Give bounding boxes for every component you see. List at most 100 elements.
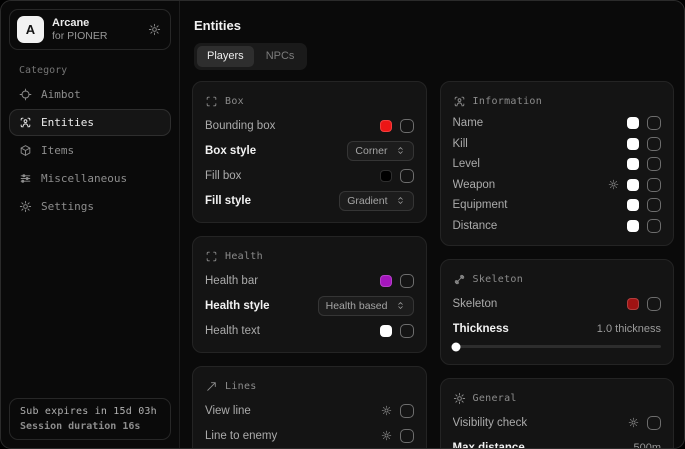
tab-npcs[interactable]: NPCs — [256, 46, 305, 67]
row-level: Level — [453, 154, 662, 175]
category-label: Category — [19, 65, 171, 76]
sidebar-item-label: Settings — [41, 200, 94, 213]
gear-icon[interactable] — [628, 417, 639, 428]
checkbox[interactable] — [647, 157, 661, 171]
card-health: HealthHealth barHealth styleHealth based… — [192, 236, 427, 353]
row-max-distance: Max distance500m — [453, 435, 662, 448]
row-health-text: Health text — [205, 318, 414, 343]
color-swatch[interactable] — [627, 179, 639, 191]
card-header: General — [453, 386, 662, 410]
checkbox[interactable] — [647, 178, 661, 192]
color-swatch[interactable] — [380, 120, 392, 132]
color-swatch[interactable] — [627, 158, 639, 170]
row-label: Max distance — [453, 442, 626, 448]
row-equipment: Equipment — [453, 195, 662, 216]
row-label: Line to enemy — [205, 430, 373, 442]
unfold-icon — [395, 145, 406, 156]
sidebar-item-settings[interactable]: Settings — [9, 193, 171, 220]
unfold-icon — [395, 195, 406, 206]
card-header: Lines — [205, 374, 414, 398]
sidebar-nav: Aimbot Entities Items Miscellaneous Settings — [9, 81, 171, 220]
card-header: Skeleton — [453, 267, 662, 291]
slider-thickness[interactable] — [453, 345, 662, 348]
session-duration-text: Session duration 16s — [20, 421, 160, 432]
checkbox[interactable] — [400, 429, 414, 443]
card-title: Box — [225, 96, 244, 107]
dropdown-fill-style[interactable]: Gradient — [339, 191, 413, 211]
color-swatch[interactable] — [627, 199, 639, 211]
row-label: Equipment — [453, 199, 620, 211]
card-header: Health — [205, 244, 414, 268]
dropdown-health-style[interactable]: Health based — [318, 296, 414, 316]
row-fill-box: Fill box — [205, 163, 414, 188]
checkbox[interactable] — [647, 137, 661, 151]
sidebar-item-miscellaneous[interactable]: Miscellaneous — [9, 165, 171, 192]
color-swatch[interactable] — [380, 275, 392, 287]
sidebar-item-items[interactable]: Items — [9, 137, 171, 164]
card-box: BoxBounding boxBox styleCornerFill boxFi… — [192, 81, 427, 223]
main-panel: Entities PlayersNPCs BoxBounding boxBox … — [180, 1, 684, 448]
row-label: View line — [205, 405, 373, 417]
arrow-line-icon — [205, 380, 218, 393]
slider-value: 1.0 thickness — [597, 323, 661, 335]
card-header: Box — [205, 89, 414, 113]
tab-bar: PlayersNPCs — [194, 43, 307, 70]
checkbox[interactable] — [400, 169, 414, 183]
brand-name: Arcane — [52, 18, 107, 29]
tab-players[interactable]: Players — [197, 46, 254, 67]
row-label: Weapon — [453, 179, 601, 191]
row-label: Health text — [205, 325, 372, 337]
sub-expires-text: Sub expires in 15d 03h — [20, 406, 160, 417]
gear-icon[interactable] — [381, 430, 392, 441]
color-swatch[interactable] — [627, 220, 639, 232]
color-swatch[interactable] — [380, 325, 392, 337]
sidebar-item-label: Items — [41, 144, 74, 157]
subscription-card: Sub expires in 15d 03h Session duration … — [9, 398, 171, 440]
row-bounding-box: Bounding box — [205, 113, 414, 138]
color-swatch[interactable] — [627, 138, 639, 150]
cards-area: BoxBounding boxBox styleCornerFill boxFi… — [192, 81, 674, 448]
checkbox[interactable] — [400, 324, 414, 338]
checkbox[interactable] — [647, 198, 661, 212]
frame-icon — [205, 250, 218, 263]
row-health-style: Health style Health based — [205, 293, 414, 318]
row-skeleton: Skeleton — [453, 291, 662, 316]
checkbox[interactable] — [647, 116, 661, 130]
row-label: Kill — [453, 138, 620, 150]
dropdown-box-style[interactable]: Corner — [347, 141, 413, 161]
person-scan-icon — [453, 95, 466, 108]
row-visibility-check: Visibility check — [453, 410, 662, 435]
card-title: Information — [473, 96, 543, 107]
checkbox[interactable] — [647, 219, 661, 233]
sidebar-item-entities[interactable]: Entities — [9, 109, 171, 136]
row-label: Health style — [205, 300, 310, 312]
sidebar-item-aimbot[interactable]: Aimbot — [9, 81, 171, 108]
gear-icon — [19, 200, 32, 213]
gear-icon[interactable] — [381, 405, 392, 416]
color-swatch[interactable] — [627, 117, 639, 129]
checkbox[interactable] — [647, 297, 661, 311]
gear-icon[interactable] — [608, 179, 619, 190]
checkbox[interactable] — [400, 119, 414, 133]
card-column-2: InformationNameKillLevelWeaponEquipmentD… — [440, 81, 675, 448]
card-title: General — [473, 393, 517, 404]
frame-icon — [205, 95, 218, 108]
color-swatch[interactable] — [627, 298, 639, 310]
row-weapon: Weapon — [453, 175, 662, 196]
row-label: Level — [453, 158, 620, 170]
row-label: Distance — [453, 220, 620, 232]
crosshair-icon — [19, 88, 32, 101]
brand-text: Arcane for PIONER — [52, 18, 107, 42]
row-distance: Distance — [453, 216, 662, 237]
card-lines: Lines View line Line to enemy — [192, 366, 427, 448]
row-view-line: View line — [205, 398, 414, 423]
row-label: Skeleton — [453, 298, 620, 310]
sidebar-item-label: Aimbot — [41, 88, 81, 101]
slider-thumb[interactable] — [451, 342, 460, 351]
checkbox[interactable] — [647, 416, 661, 430]
checkbox[interactable] — [400, 274, 414, 288]
gear-icon[interactable] — [148, 23, 161, 36]
unfold-icon — [395, 300, 406, 311]
checkbox[interactable] — [400, 404, 414, 418]
color-swatch[interactable] — [380, 170, 392, 182]
